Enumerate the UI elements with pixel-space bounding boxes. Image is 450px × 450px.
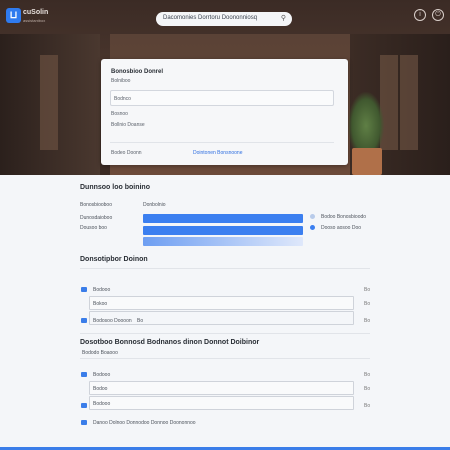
search-text: Dacomonies Dorrtoru Doononniosq — [163, 15, 258, 21]
section1-col1: Bonosbiooboo — [80, 202, 112, 208]
card-footer-text: Bodeo Doonn — [111, 150, 142, 156]
row-input[interactable] — [89, 311, 354, 325]
section3-title: Dosotboo Bonnosd Bodnanos dinon Donnot D… — [80, 339, 260, 346]
checkbox[interactable] — [81, 420, 87, 425]
row-action[interactable]: Bo — [364, 287, 370, 293]
plant-pot — [352, 148, 382, 175]
divider — [110, 142, 334, 143]
top-bar: ⊔ cuSolin assistantbox Dacomonies Dorrto… — [0, 0, 450, 34]
row-input[interactable]: Bodooo — [89, 396, 354, 410]
row-input[interactable]: Bodoo — [89, 381, 354, 395]
row-label: Bodooo — [93, 372, 111, 378]
legend-dot — [310, 214, 315, 219]
section1-row-label: Dousoo boo — [80, 225, 107, 231]
help-icon[interactable]: i — [414, 9, 426, 21]
checkbox[interactable] — [81, 403, 87, 408]
microphone-icon[interactable]: ⚲ — [281, 14, 286, 22]
divider — [80, 358, 370, 359]
row-action[interactable]: Bo — [364, 318, 370, 324]
row-action[interactable]: Bo — [364, 372, 370, 378]
plant-image — [348, 92, 384, 148]
power-icon[interactable]: ⏻ — [432, 9, 444, 21]
footnote: Danoo Dolnoo Donnodoo Donnoo Doononnoo — [93, 420, 196, 426]
row-action[interactable]: Bo — [364, 386, 370, 392]
card-label: Bosnoo — [111, 111, 128, 117]
section1-col2: Donbolnio — [143, 202, 166, 208]
hero-window — [400, 55, 418, 150]
legend-label: Dooso aosoo Doo — [321, 225, 362, 231]
section1-row-label: Dunosdaioboo — [80, 215, 113, 221]
search-input[interactable]: Dacomonies Dorrtoru Doononniosq ⚲ — [156, 12, 292, 26]
app-logo-icon[interactable]: ⊔ — [6, 8, 21, 23]
login-card: Bonosbioo Donrel Bolniboo Bodnco Bosnoo … — [101, 59, 348, 165]
checkbox[interactable] — [81, 372, 87, 377]
card-title: Bonosbioo Donrel — [111, 69, 163, 75]
checkbox[interactable] — [81, 318, 87, 323]
section3-subtitle: Bododo Boaooo — [82, 350, 118, 356]
card-input-field[interactable]: Bodnco — [110, 90, 334, 106]
divider — [80, 333, 370, 334]
divider — [80, 268, 370, 269]
card-footer-link[interactable]: Dointonen Bonsnoone — [193, 150, 243, 156]
legend-label: Bodoo Bonosbioodo — [321, 214, 367, 220]
row-input[interactable]: Bokoo — [89, 296, 354, 310]
row-action[interactable]: Bo — [364, 301, 370, 307]
row-action[interactable]: Bo — [364, 403, 370, 409]
row-label: Bodooo — [93, 287, 111, 293]
app-name: cuSolin — [23, 9, 49, 16]
card-subtitle: Bolniboo — [111, 78, 131, 84]
card-field[interactable]: Bollnio Doanse — [111, 122, 145, 128]
legend-dot — [310, 225, 315, 230]
section1-title: Dunnsoo loo boinino — [80, 184, 150, 191]
checkbox[interactable] — [81, 287, 87, 292]
hero-banner: ⊔ cuSolin assistantbox Dacomonies Dorrto… — [0, 0, 450, 175]
progress-bar — [143, 214, 303, 223]
section2-title: Donsotipbor Doinon — [80, 256, 148, 263]
app-tagline: assistantbox — [23, 18, 46, 23]
hero-window — [40, 55, 58, 150]
progress-bar — [143, 237, 303, 246]
progress-bar — [143, 226, 303, 235]
